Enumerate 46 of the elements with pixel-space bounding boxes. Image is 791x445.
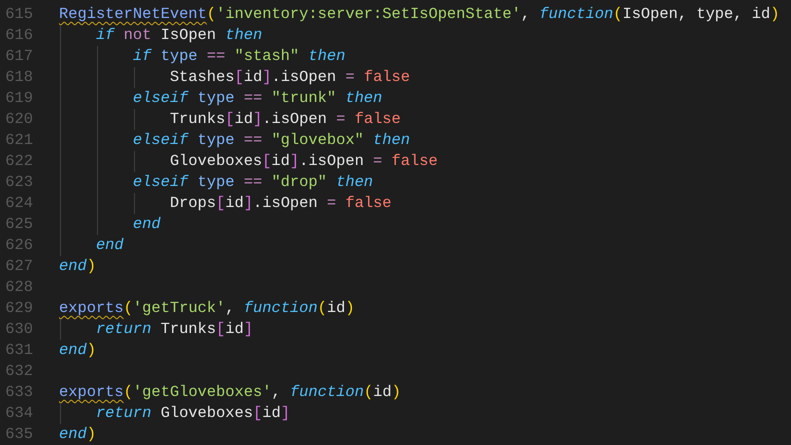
line-number: 626 — [4, 235, 33, 256]
code-line: Stashes[id].isOpen = false — [170, 67, 410, 88]
line-number: 615 — [4, 4, 33, 25]
line-number: 617 — [4, 46, 33, 67]
line-number: 632 — [4, 361, 33, 382]
code-line: elseif type == "trunk" then — [132, 88, 382, 109]
line-number: 628 — [4, 277, 33, 298]
line-number: 629 — [4, 298, 33, 319]
code-line: end — [96, 235, 124, 256]
code-line: Trunks[id].isOpen = false — [170, 109, 401, 130]
code-line: end — [132, 214, 161, 235]
code-line: end) — [59, 424, 96, 445]
indent-guide — [134, 109, 135, 130]
line-number: 618 — [4, 67, 33, 88]
code-line: RegisterNetEvent('inventory:server:SetIsOpenState', function(IsOpen, type, id) — [59, 4, 780, 25]
line-number: 631 — [4, 340, 33, 361]
indent-guide — [60, 319, 61, 340]
line-number: 623 — [4, 172, 33, 193]
code-line: end) — [59, 340, 96, 361]
line-number: 616 — [4, 25, 33, 46]
code-line: if type == "stash" then — [132, 46, 346, 67]
line-number: 633 — [4, 382, 33, 403]
indent-guide — [134, 151, 135, 172]
line-number: 622 — [4, 151, 33, 172]
code-line: return Gloveboxes[id] — [96, 403, 290, 424]
line-number: 624 — [4, 193, 33, 214]
indent-guide — [134, 193, 135, 214]
indent-guide — [134, 67, 135, 88]
line-number: 630 — [4, 319, 33, 340]
line-number: 634 — [4, 403, 33, 424]
code-line: if not IsOpen then — [96, 25, 262, 46]
line-number: 625 — [4, 214, 33, 235]
code-line: exports('getGloveboxes', function(id) — [59, 382, 401, 403]
code-line: exports('getTruck', function(id) — [59, 298, 355, 319]
code-line: elseif type == "drop" then — [132, 172, 374, 193]
code-line: Gloveboxes[id].isOpen = false — [170, 151, 438, 172]
line-number: 627 — [4, 256, 33, 277]
line-number: 619 — [4, 88, 33, 109]
code-line: elseif type == "glovebox" then — [132, 130, 410, 151]
code-line: return Trunks[id] — [96, 319, 253, 340]
code-line: end) — [59, 256, 96, 277]
indent-guide — [60, 403, 61, 424]
code-line: Drops[id].isOpen = false — [170, 193, 392, 214]
line-number: 621 — [4, 130, 33, 151]
line-number: 620 — [4, 109, 33, 130]
line-number: 635 — [4, 424, 33, 445]
